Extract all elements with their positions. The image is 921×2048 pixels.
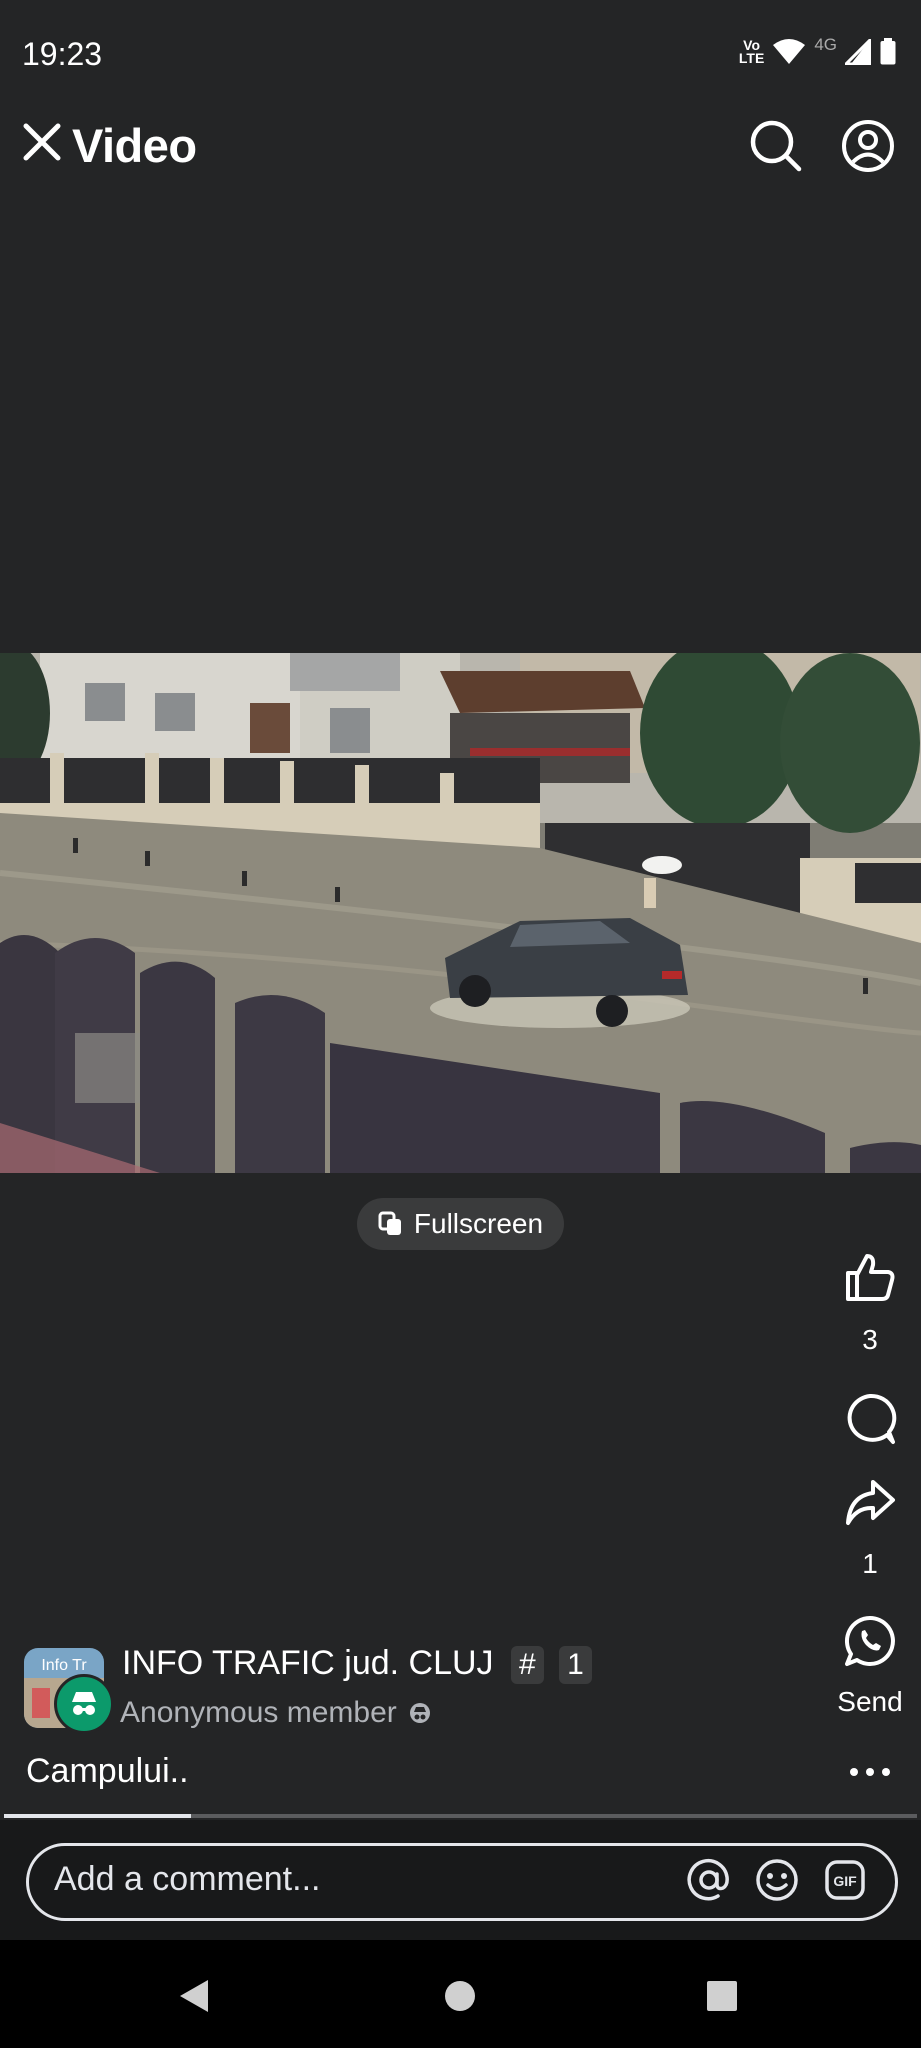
video-frame <box>0 653 921 1173</box>
like-count: 3 <box>862 1324 878 1355</box>
post-caption[interactable]: Campului.. <box>26 1752 189 1791</box>
tag-number: 1 <box>559 1646 592 1684</box>
profile-icon[interactable] <box>840 118 896 174</box>
tag-hash: # <box>511 1646 544 1684</box>
group-name-row[interactable]: INFO TRAFIC jud. CLUJ # 1 <box>122 1644 592 1684</box>
fullscreen-button[interactable]: Fullscreen <box>357 1198 564 1250</box>
comment-placeholder: Add a comment... <box>54 1860 321 1898</box>
video-progress-fill <box>4 1814 192 1818</box>
status-time: 19:23 <box>22 36 103 72</box>
fullscreen-label: Fullscreen <box>413 1208 544 1239</box>
svg-text:GIF: GIF <box>833 1873 857 1889</box>
fullscreen-icon <box>378 1211 401 1235</box>
gif-icon[interactable]: GIF <box>822 1857 868 1903</box>
battery-icon <box>880 38 896 65</box>
incognito-icon <box>72 1692 96 1715</box>
recents-icon[interactable] <box>706 1980 738 2012</box>
author-row: Anonymous member <box>120 1696 431 1730</box>
send-label: Send <box>837 1686 903 1717</box>
incognito-small-icon <box>409 1703 430 1723</box>
author-name: Anonymous member <box>120 1696 397 1729</box>
send-whatsapp-button[interactable] <box>835 1606 905 1676</box>
video-player[interactable] <box>0 653 921 1173</box>
back-icon[interactable] <box>178 1978 210 2014</box>
status-icons: Vo LTE 4G <box>738 35 897 66</box>
home-icon[interactable] <box>444 1980 476 2012</box>
comment-button[interactable] <box>835 1384 905 1454</box>
whatsapp-icon <box>845 1615 895 1666</box>
page-title: Video <box>72 119 197 172</box>
search-icon[interactable] <box>748 118 804 174</box>
svg-text:Info Tr: Info Tr <box>41 1657 87 1674</box>
signal-icon <box>845 39 871 65</box>
more-options-button[interactable] <box>845 1752 895 1782</box>
like-icon <box>846 1254 895 1301</box>
like-button[interactable] <box>835 1242 905 1312</box>
comment-icon <box>847 1393 897 1444</box>
emoji-icon[interactable] <box>754 1857 800 1903</box>
more-icon <box>850 1768 890 1776</box>
volte-icon: Vo LTE <box>738 37 765 66</box>
mention-icon[interactable] <box>686 1857 732 1903</box>
share-icon <box>846 1480 895 1525</box>
share-button[interactable] <box>835 1468 905 1538</box>
network-type: 4G <box>814 35 837 54</box>
share-count: 1 <box>862 1548 878 1579</box>
anonymous-badge <box>54 1674 114 1734</box>
group-name[interactable]: INFO TRAFIC jud. CLUJ <box>122 1644 494 1682</box>
wifi-icon <box>773 39 806 64</box>
close-icon[interactable] <box>20 120 64 164</box>
